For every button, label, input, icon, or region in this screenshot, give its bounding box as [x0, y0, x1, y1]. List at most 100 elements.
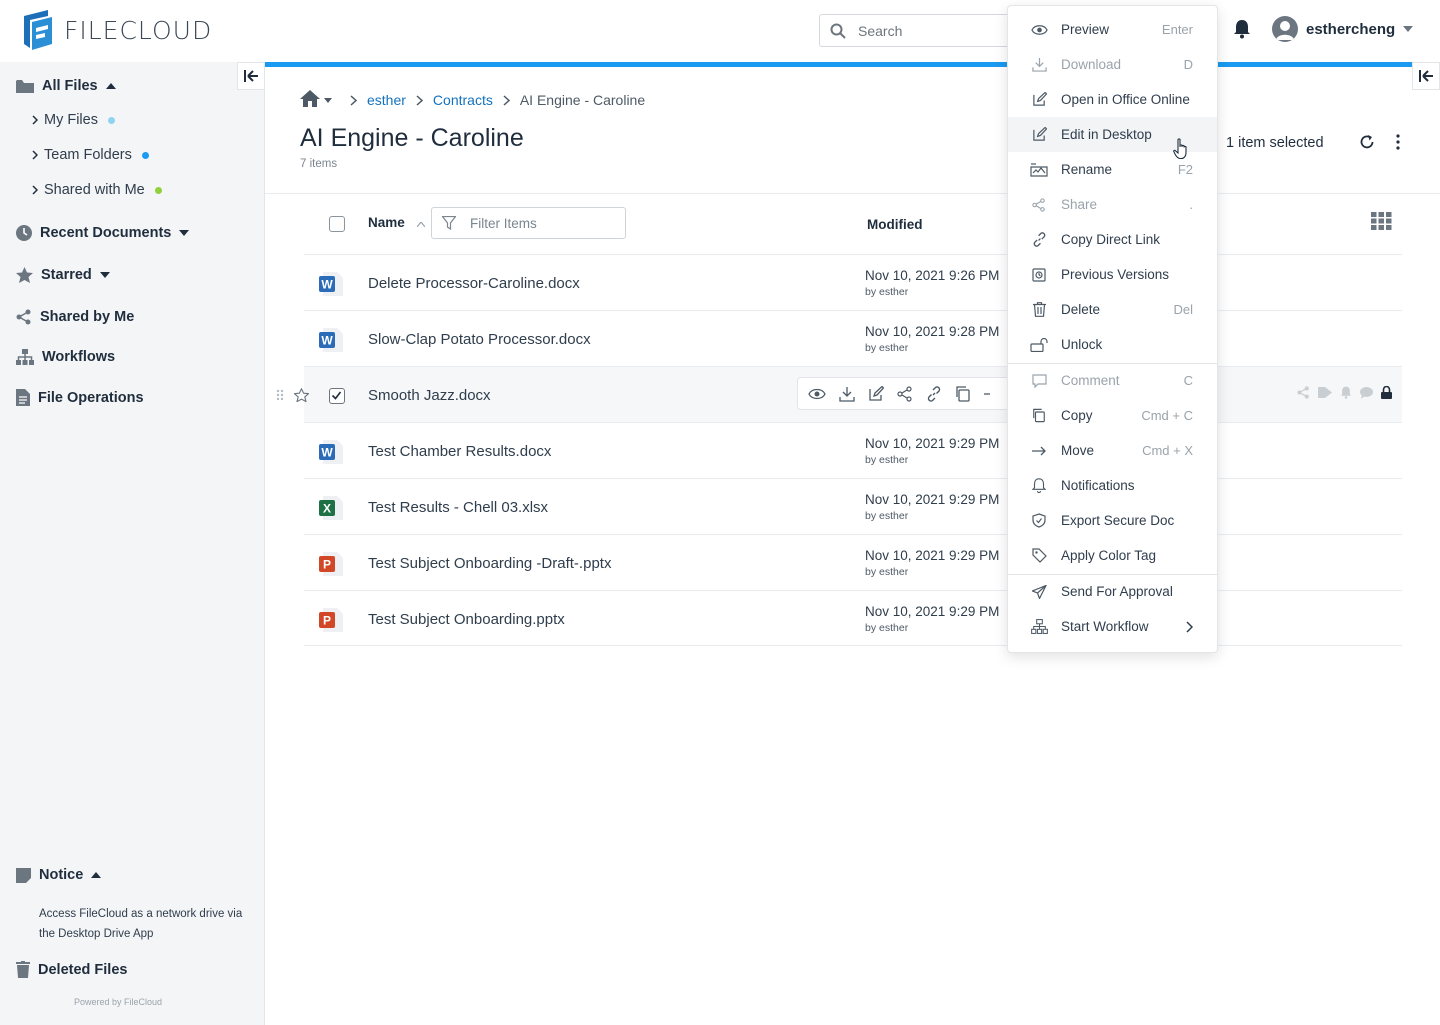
- column-header-name[interactable]: Name: [368, 215, 426, 230]
- home-icon[interactable]: [300, 90, 320, 110]
- move-icon[interactable]: [984, 386, 990, 402]
- table-row[interactable]: P Test Subject Onboarding -Draft-.pptx N…: [304, 534, 1402, 590]
- menu-item-copy[interactable]: Copy Cmd + C: [1008, 398, 1217, 433]
- powerpoint-file-icon: P: [319, 552, 343, 576]
- menu-item-label: Copy Direct Link: [1061, 232, 1161, 247]
- sidebar-label: Starred: [41, 267, 92, 283]
- chevron-right-icon: [32, 115, 38, 125]
- menu-item-notifications[interactable]: Notifications: [1008, 468, 1217, 503]
- table-row[interactable]: W Delete Processor-Caroline.docx Nov 10,…: [304, 254, 1402, 310]
- file-name[interactable]: Delete Processor-Caroline.docx: [368, 275, 580, 292]
- excel-file-icon: X: [319, 496, 343, 520]
- word-file-icon: W: [319, 272, 343, 296]
- share-icon[interactable]: [897, 385, 913, 402]
- menu-item-start-workflow[interactable]: Start Workflow: [1008, 609, 1217, 644]
- filecloud-logo[interactable]: FILECLOUD: [22, 10, 212, 50]
- menu-item-comment[interactable]: Comment C: [1008, 363, 1217, 398]
- file-name[interactable]: Test Subject Onboarding.pptx: [368, 611, 565, 628]
- file-name[interactable]: Test Chamber Results.docx: [368, 443, 551, 460]
- menu-item-move[interactable]: Move Cmd + X: [1008, 433, 1217, 468]
- eye-icon[interactable]: [808, 388, 826, 400]
- more-options-icon[interactable]: [1396, 134, 1400, 155]
- menu-item-unlock[interactable]: Unlock: [1008, 327, 1217, 362]
- menu-item-copy-direct-link[interactable]: Copy Direct Link: [1008, 222, 1217, 257]
- unlock-icon: [1030, 336, 1048, 354]
- grid-view-icon[interactable]: [1371, 212, 1392, 235]
- menu-item-delete[interactable]: Delete Del: [1008, 292, 1217, 327]
- menu-item-send-for-approval[interactable]: Send For Approval: [1008, 574, 1217, 609]
- trash-icon: [1030, 301, 1048, 319]
- link-icon: [1030, 231, 1048, 249]
- row-checkbox-checked[interactable]: [329, 388, 345, 404]
- modified-date: Nov 10, 2021 9:29 PM: [865, 436, 1000, 451]
- file-name[interactable]: Smooth Jazz.docx: [368, 387, 491, 404]
- search-placeholder: Search: [858, 22, 903, 39]
- breadcrumb-link[interactable]: Contracts: [433, 92, 493, 108]
- share-icon: [16, 309, 31, 325]
- file-name[interactable]: Test Results - Chell 03.xlsx: [368, 499, 548, 516]
- file-name[interactable]: Slow-Clap Potato Processor.docx: [368, 331, 591, 348]
- caret-down-icon: [179, 230, 190, 236]
- sidebar-item-recent-documents[interactable]: Recent Documents: [16, 225, 190, 241]
- edit-icon: [1030, 126, 1048, 144]
- trash-icon: [16, 961, 30, 978]
- modified-by: by esther: [865, 286, 909, 298]
- download-icon[interactable]: [839, 386, 855, 402]
- caret-down-icon[interactable]: [324, 97, 332, 103]
- menu-item-shortcut: Cmd + X: [1142, 443, 1193, 458]
- menu-item-previous-versions[interactable]: Previous Versions: [1008, 257, 1217, 292]
- table-row[interactable]: W Test Chamber Results.docx Nov 10, 2021…: [304, 422, 1402, 478]
- select-all-checkbox[interactable]: [329, 216, 345, 232]
- table-row[interactable]: X Test Results - Chell 03.xlsx Nov 10, 2…: [304, 478, 1402, 534]
- download-icon: [1030, 56, 1048, 74]
- notice-header[interactable]: Notice: [16, 867, 102, 883]
- edit-icon[interactable]: [868, 385, 884, 402]
- sidebar-item-file-operations[interactable]: File Operations: [16, 389, 144, 406]
- sidebar-item-workflows[interactable]: Workflows: [16, 349, 115, 365]
- search-input[interactable]: Search: [819, 14, 1019, 47]
- menu-item-shortcut: Enter: [1161, 22, 1193, 37]
- drag-handle-icon[interactable]: [276, 389, 284, 401]
- breadcrumb-link[interactable]: esther: [367, 92, 406, 108]
- menu-item-label: Delete: [1061, 302, 1101, 317]
- status-dot: [154, 186, 162, 194]
- menu-item-download[interactable]: Download D: [1008, 47, 1217, 82]
- menu-item-apply-color-tag[interactable]: Apply Color Tag: [1008, 538, 1217, 573]
- column-header-modified[interactable]: Modified: [867, 217, 923, 232]
- copy-icon[interactable]: [955, 385, 971, 402]
- table-row-selected[interactable]: Smooth Jazz.docx: [276, 366, 1402, 422]
- file-name[interactable]: Test Subject Onboarding -Draft-.pptx: [368, 555, 611, 572]
- table-row[interactable]: P Test Subject Onboarding.pptx Nov 10, 2…: [304, 590, 1402, 646]
- sidebar-label: Workflows: [42, 349, 116, 365]
- menu-item-open-in-office-online[interactable]: Open in Office Online: [1008, 82, 1217, 117]
- status-dot: [141, 151, 149, 159]
- notifications-bell-icon[interactable]: [1233, 19, 1251, 44]
- sidebar-item-deleted-files[interactable]: Deleted Files: [16, 961, 127, 978]
- collapse-sidebar-button[interactable]: [237, 62, 265, 90]
- sidebar-item-shared-by-me[interactable]: Shared by Me: [16, 309, 134, 325]
- star-outline-icon[interactable]: [294, 388, 309, 402]
- filter-items-input[interactable]: Filter Items: [431, 207, 626, 239]
- user-menu[interactable]: esthercheng: [1272, 16, 1414, 42]
- refresh-icon[interactable]: [1359, 134, 1375, 155]
- menu-item-preview[interactable]: Preview Enter: [1008, 12, 1217, 47]
- menu-item-label: Unlock: [1061, 337, 1103, 352]
- menu-item-share[interactable]: Share .: [1008, 187, 1217, 222]
- collapse-panel-button[interactable]: [1412, 62, 1440, 90]
- sidebar-item-starred[interactable]: Starred: [16, 267, 110, 283]
- sidebar-label: Shared with Me: [44, 182, 145, 198]
- sidebar-item-all-files[interactable]: All Files: [16, 78, 116, 94]
- menu-item-label: Rename: [1061, 162, 1113, 177]
- sidebar-item-my-files[interactable]: My Files: [32, 112, 115, 128]
- sidebar-item-shared-with-me[interactable]: Shared with Me: [32, 182, 162, 198]
- table-row[interactable]: W Slow-Clap Potato Processor.docx Nov 10…: [304, 310, 1402, 366]
- menu-item-label: Preview: [1061, 22, 1110, 37]
- filter-placeholder: Filter Items: [470, 215, 537, 231]
- menu-item-label: Edit in Desktop: [1061, 127, 1152, 142]
- link-icon[interactable]: [926, 385, 942, 402]
- sidebar-item-team-folders[interactable]: Team Folders: [32, 147, 149, 163]
- sort-up-icon: [416, 221, 426, 228]
- notice-icon: [16, 867, 31, 883]
- menu-item-export-secure-doc[interactable]: Export Secure Doc: [1008, 503, 1217, 538]
- breadcrumb-current: AI Engine - Caroline: [519, 92, 646, 108]
